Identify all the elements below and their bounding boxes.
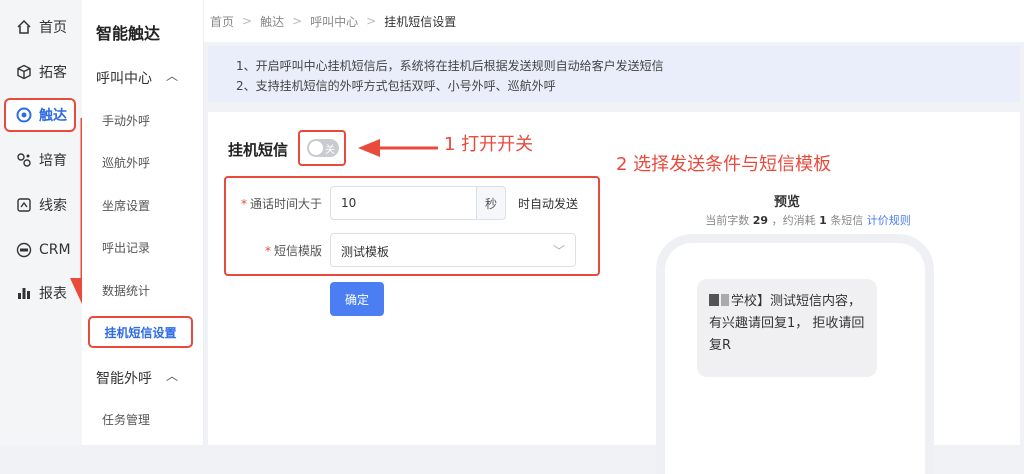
sub-nav: 智能触达 呼叫中心 ︿ 手动外呼 巡航外呼 坐席设置 呼出记录 数据统计 挂机短信…: [82, 0, 204, 445]
chevron-up-icon: ︿: [165, 69, 178, 83]
redacted-mark: [721, 294, 729, 306]
annotation-step-1: 1 打开开关: [444, 134, 534, 155]
chevron-right-icon: >: [292, 14, 303, 28]
sub-nav-title: 智能触达: [96, 24, 161, 43]
main-content: 首页 > 触达 > 呼叫中心 > 挂机短信设置 1、开启呼叫中心挂机短信后，系统将在挂…: [204, 0, 1024, 474]
toggle-label: 关: [325, 145, 335, 156]
leads-icon: [15, 196, 33, 214]
settings-panel: 挂机短信 关 1 打开开关 2 选择发送条件与短信模板 * 通话时间大于 10 秒…: [208, 112, 1020, 474]
crumb-reach[interactable]: 触达: [260, 13, 284, 30]
nav-label: 培育: [39, 153, 67, 169]
template-value: 测试模板: [341, 245, 390, 259]
sub-item-cruise-call[interactable]: 巡航外呼: [102, 154, 150, 171]
annotation-step-2: 2 选择发送条件与短信模板: [616, 154, 832, 175]
chevron-up-icon: ︿: [165, 369, 178, 383]
nav-label: 首页: [39, 20, 67, 36]
sms-bubble: 学校】测试短信内容，有兴趣请回复1， 拒收请回复R: [697, 279, 877, 377]
pricing-rules-link[interactable]: 计价规则: [867, 214, 911, 227]
crumb-call-center[interactable]: 呼叫中心: [310, 13, 358, 30]
nav-label: 线索: [39, 198, 67, 214]
crumb-current: 挂机短信设置: [384, 14, 457, 29]
chevron-down-icon: ﹀: [552, 244, 565, 258]
hangup-sms-toggle[interactable]: 关: [307, 139, 339, 157]
template-row: * 短信模版 测试模板 ﹀: [226, 233, 598, 267]
panel-title: 挂机短信: [228, 141, 289, 159]
nav-item-home[interactable]: 首页: [6, 10, 76, 44]
seconds-unit: 秒: [476, 186, 506, 220]
sms-text: 学校】测试短信内容，有兴趣请回复1， 拒收请回复R: [709, 294, 865, 353]
call-duration-label: * 通话时间大于: [240, 197, 322, 211]
template-label: * 短信模版: [264, 244, 322, 258]
preview-stats: 当前字数 29 ，约消耗 1 条短信 计价规则: [705, 214, 911, 227]
chevron-right-icon: >: [366, 14, 377, 28]
phone-preview: 学校】测试短信内容，有兴趣请回复1， 拒收请回复R: [656, 234, 934, 474]
cube-icon: [15, 63, 33, 81]
chevron-right-icon: >: [242, 14, 253, 28]
confirm-button[interactable]: 确定: [330, 282, 384, 316]
notice-line-2: 2、支持挂机短信的外呼方式包括双呼、小号外呼、巡航外呼: [236, 79, 556, 93]
call-duration-row: * 通话时间大于 10 秒 时自动发送: [226, 186, 598, 220]
sub-item-seat-settings[interactable]: 坐席设置: [102, 197, 150, 214]
nav-label: 报表: [39, 286, 67, 302]
sub-item-manual-call[interactable]: 手动外呼: [102, 112, 150, 129]
notice-line-1: 1、开启呼叫中心挂机短信后，系统将在挂机后根据发送规则自动给客户发送短信: [236, 59, 664, 73]
toggle-knob: [309, 141, 323, 155]
main-nav: 首页 拓客 触达 培育 线索 CRM 报表: [0, 0, 94, 445]
nav-label: 触达: [39, 108, 67, 124]
sub-item-hangup-sms[interactable]: 挂机短信设置: [88, 316, 193, 348]
group-smart-call[interactable]: 智能外呼 ︿: [96, 368, 192, 388]
breadcrumb: 首页 > 触达 > 呼叫中心 > 挂机短信设置: [204, 0, 1024, 42]
group-label: 呼叫中心: [96, 71, 152, 87]
crm-icon: [15, 241, 33, 259]
call-duration-input[interactable]: 10: [330, 186, 476, 220]
sub-item-task-management[interactable]: 任务管理: [102, 411, 150, 428]
form-highlight: * 通话时间大于 10 秒 时自动发送 * 短信模版 测试模板 ﹀: [224, 176, 600, 276]
nurture-icon: [15, 151, 33, 169]
group-call-center[interactable]: 呼叫中心 ︿: [96, 68, 192, 88]
switch-highlight: 关: [298, 130, 346, 166]
nav-label: 拓客: [39, 65, 67, 81]
template-select[interactable]: 测试模板 ﹀: [330, 233, 576, 267]
nav-item-prospect[interactable]: 拓客: [6, 55, 76, 89]
home-icon: [15, 18, 33, 36]
preview-title: 预览: [774, 195, 801, 210]
sub-item-call-records[interactable]: 呼出记录: [102, 239, 150, 256]
annotation-arrow-left: [358, 139, 438, 157]
redacted-mark: [709, 294, 719, 306]
target-icon: [15, 106, 33, 124]
bar-chart-icon: [15, 284, 33, 302]
crumb-home[interactable]: 首页: [210, 13, 234, 30]
sub-item-statistics[interactable]: 数据统计: [102, 282, 150, 299]
group-label: 智能外呼: [96, 371, 152, 387]
auto-send-text: 时自动发送: [518, 197, 579, 211]
notice-box: 1、开启呼叫中心挂机短信后，系统将在挂机后根据发送规则自动给客户发送短信 2、支…: [208, 46, 1020, 102]
